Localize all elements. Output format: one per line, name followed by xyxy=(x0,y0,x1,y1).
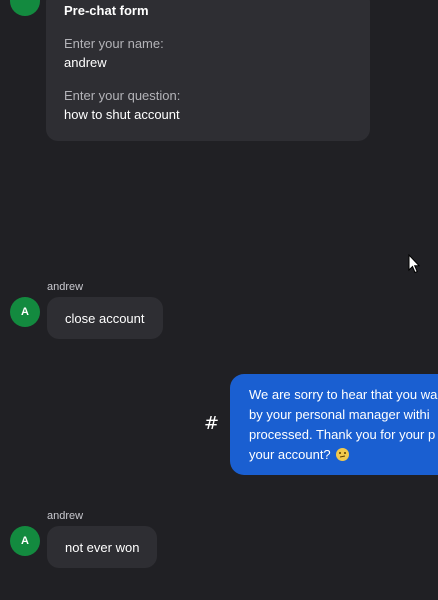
prechat-form-card: Pre-chat form Enter your name: andrew En… xyxy=(46,0,370,141)
user-message-bubble: not ever won xyxy=(47,526,158,568)
question-field-label: Enter your question: xyxy=(64,88,181,103)
message-sender-name: andrew xyxy=(47,281,84,293)
name-field-value: andrew xyxy=(64,55,107,70)
message-text: not ever won xyxy=(65,539,140,555)
hash-icon: # xyxy=(204,413,220,434)
agent-message-bubble: We are sorry to hear that you wa by your… xyxy=(230,374,438,475)
confused-face-icon xyxy=(336,448,350,461)
message-sender-name: andrew xyxy=(47,510,84,522)
mouse-cursor-icon xyxy=(408,254,420,274)
chat-window: Pre-chat form Enter your name: andrew En… xyxy=(0,0,438,600)
agent-message-text: your account? xyxy=(249,447,331,462)
user-avatar: A xyxy=(10,297,40,327)
user-message-bubble: close account xyxy=(47,297,163,339)
agent-message-line: We are sorry to hear that you wa xyxy=(249,387,438,402)
user-avatar: A xyxy=(10,526,40,556)
agent-message-line: by your personal manager withi xyxy=(249,407,430,422)
prechat-avatar xyxy=(10,0,40,16)
agent-message-line: processed. Thank you for your p xyxy=(249,427,436,442)
name-field-label: Enter your name: xyxy=(64,36,164,51)
message-text: close account xyxy=(65,310,145,326)
prechat-form-title: Pre-chat form xyxy=(64,3,149,18)
question-field-value: how to shut account xyxy=(64,107,180,122)
agent-message-line-last: your account? xyxy=(249,445,438,465)
